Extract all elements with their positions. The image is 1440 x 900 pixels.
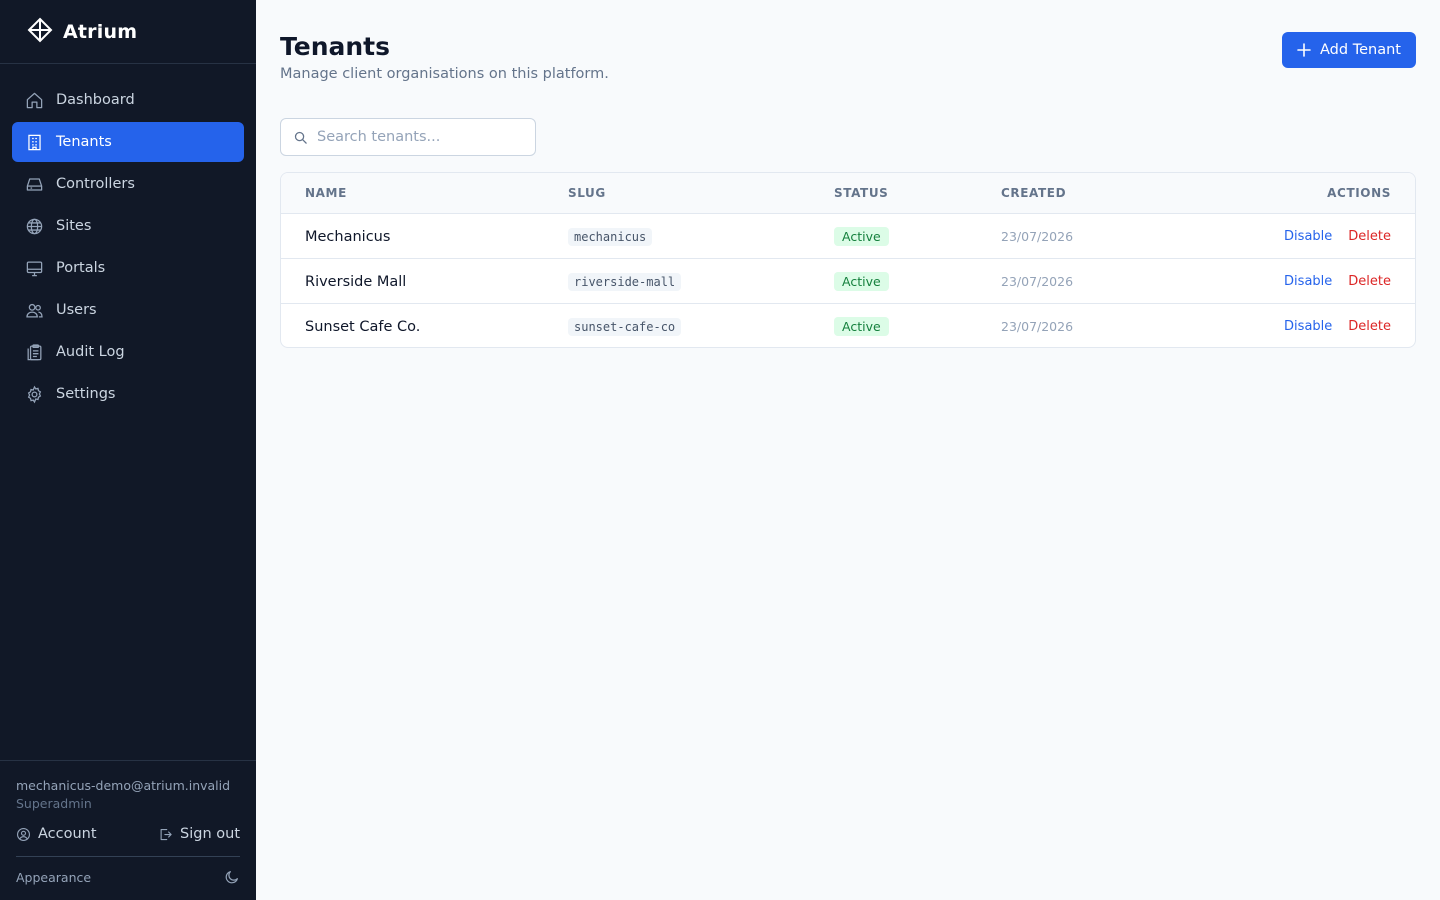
sidebar-item-controllers[interactable]: Controllers <box>12 164 244 204</box>
account-link[interactable]: Account <box>16 826 97 842</box>
delete-button[interactable]: Delete <box>1348 319 1391 334</box>
column-header-slug: SLUG <box>568 186 606 200</box>
tenant-slug: mechanicus <box>568 227 653 246</box>
tenant-created: 23/07/2026 <box>1001 229 1074 244</box>
sidebar-item-label: Portals <box>56 260 106 276</box>
disable-button[interactable]: Disable <box>1284 229 1332 244</box>
table-row: Riverside Mall riverside-mall Active 23/… <box>281 258 1415 303</box>
tenant-slug: sunset-cafe-co <box>568 317 682 336</box>
search-icon <box>293 130 308 145</box>
account-label: Account <box>38 826 97 842</box>
appearance-label: Appearance <box>16 869 92 885</box>
sidebar-item-label: Controllers <box>56 176 135 192</box>
tenant-name: Mechanicus <box>305 228 391 245</box>
sign-out-label: Sign out <box>180 826 240 842</box>
user-role: Superadmin <box>16 796 92 811</box>
footer-actions: Account Sign out <box>16 824 240 844</box>
sidebar-item-label: Users <box>56 302 97 318</box>
brand[interactable]: Atrium <box>0 0 256 64</box>
main-content: Tenants Manage client organisations on t… <box>256 0 1440 900</box>
moon-icon[interactable] <box>224 869 240 885</box>
tenants-table: NAME SLUG STATUS CREATED ACTIONS Mechani… <box>280 172 1416 348</box>
sidebar-item-portals[interactable]: Portals <box>12 248 244 288</box>
app-name: Atrium <box>63 20 138 43</box>
column-header-status: STATUS <box>834 186 889 200</box>
tenant-name: Sunset Cafe Co. <box>305 318 421 335</box>
sidebar-item-label: Sites <box>56 218 92 234</box>
plus-icon <box>1297 43 1320 57</box>
table-row: Mechanicus mechanicus Active 23/07/2026 … <box>281 213 1415 258</box>
column-header-actions: ACTIONS <box>1327 186 1391 200</box>
status-badge: Active <box>834 317 889 336</box>
sign-out-button[interactable]: Sign out <box>158 826 240 842</box>
page-subtitle: Manage client organisations on this plat… <box>280 66 609 82</box>
sidebar-item-label: Audit Log <box>56 344 125 360</box>
sidebar-item-sites[interactable]: Sites <box>12 206 244 246</box>
sidebar-item-label: Tenants <box>56 134 112 150</box>
user-email: mechanicus-demo@atrium.invalid <box>16 778 231 793</box>
column-header-created: CREATED <box>1001 186 1067 200</box>
disable-button[interactable]: Disable <box>1284 319 1332 334</box>
tenant-slug: riverside-mall <box>568 272 682 291</box>
search-input[interactable] <box>317 129 527 145</box>
add-tenant-button[interactable]: Add Tenant <box>1282 32 1416 68</box>
sidebar-item-dashboard[interactable]: Dashboard <box>12 80 244 120</box>
gear-icon <box>24 384 44 404</box>
delete-button[interactable]: Delete <box>1348 274 1391 289</box>
footer-divider <box>16 856 240 857</box>
add-tenant-label: Add Tenant <box>1320 42 1401 58</box>
sidebar-item-tenants[interactable]: Tenants <box>12 122 244 162</box>
table-row: Sunset Cafe Co. sunset-cafe-co Active 23… <box>281 303 1415 347</box>
monitor-icon <box>24 258 44 278</box>
appearance-row: Appearance <box>16 867 240 887</box>
sidebar-item-label: Settings <box>56 386 116 402</box>
status-badge: Active <box>834 227 889 246</box>
sidebar-footer: mechanicus-demo@atrium.invalid Superadmi… <box>0 760 256 900</box>
disable-button[interactable]: Disable <box>1284 274 1332 289</box>
globe-icon <box>24 216 44 236</box>
atrium-logo-icon <box>27 17 53 47</box>
building-icon <box>24 132 44 152</box>
sidebar-item-users[interactable]: Users <box>12 290 244 330</box>
sidebar-item-settings[interactable]: Settings <box>12 374 244 414</box>
tenant-created: 23/07/2026 <box>1001 274 1074 289</box>
sidebar-item-label: Dashboard <box>56 92 135 108</box>
column-header-name: NAME <box>305 186 347 200</box>
search-box <box>280 118 536 156</box>
clipboard-icon <box>24 342 44 362</box>
sidebar-item-audit-log[interactable]: Audit Log <box>12 332 244 372</box>
tenant-name: Riverside Mall <box>305 273 407 290</box>
page-title: Tenants <box>280 32 390 61</box>
sign-out-icon <box>158 827 180 842</box>
users-icon <box>24 300 44 320</box>
sidebar-nav: Dashboard Tenants Controllers Sites Port… <box>12 80 244 416</box>
delete-button[interactable]: Delete <box>1348 229 1391 244</box>
table-header: NAME SLUG STATUS CREATED ACTIONS <box>281 173 1415 213</box>
home-icon <box>24 90 44 110</box>
hard-drive-icon <box>24 174 44 194</box>
sidebar: Atrium Dashboard Tenants Controllers Sit… <box>0 0 256 900</box>
status-badge: Active <box>834 272 889 291</box>
user-circle-icon <box>16 827 38 842</box>
tenant-created: 23/07/2026 <box>1001 319 1074 334</box>
